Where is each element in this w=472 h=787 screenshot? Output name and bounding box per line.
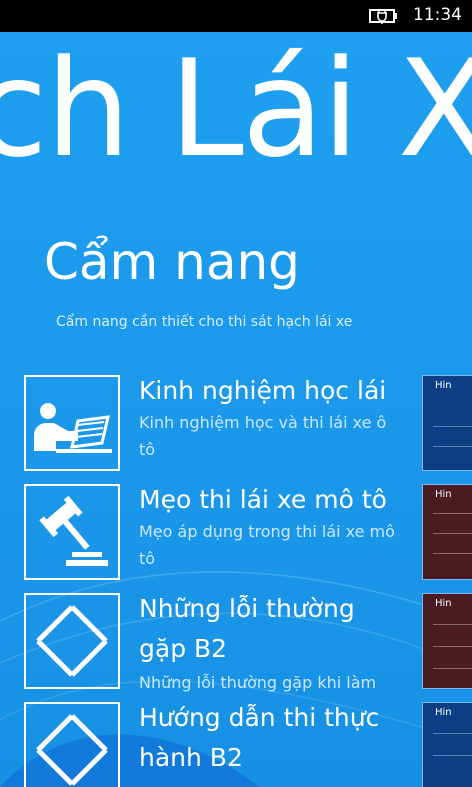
preview-tile-label: Hin: [435, 380, 452, 391]
item-description: Mẹo áp dụng trong thi lái xe mô: [139, 522, 395, 541]
item-title: Hướng dẫn thi thực: [139, 703, 380, 732]
item-description-cont: tô: [139, 440, 156, 459]
next-section-preview-tile[interactable]: Hin: [422, 484, 472, 580]
preview-divider: [433, 426, 472, 427]
panorama-title: ch Lái X: [0, 32, 472, 187]
preview-divider: [433, 553, 472, 554]
next-section-preview-tile[interactable]: Hin: [422, 593, 472, 689]
item-description: Kinh nghiệm học và thi lái xe ô: [139, 413, 387, 432]
item-title-cont: gặp B2: [139, 634, 228, 663]
status-bar: 11:34: [0, 0, 472, 32]
preview-tile-label: Hin: [435, 707, 452, 718]
arrows-cycle-icon: [36, 605, 108, 677]
list-item-huong-dan[interactable]: Hướng dẫn thi thực hành B2: [24, 702, 472, 787]
next-section-preview-tile[interactable]: Hin: [422, 375, 472, 471]
item-title: Kinh nghiệm học lái: [139, 376, 387, 405]
app-background: ch Lái X Cẩm nang Cẩm nang cần thiết cho…: [0, 32, 472, 787]
preview-divider: [433, 513, 472, 514]
preview-divider: [433, 755, 472, 756]
gavel-icon: [39, 495, 108, 566]
item-title: Mẹo thi lái xe mô tô: [139, 485, 387, 514]
item-title: Những lỗi thường: [139, 594, 355, 623]
section-subtitle: Cẩm nang cần thiết cho thi sát hạch lái …: [56, 314, 353, 330]
battery-charging-icon: [369, 7, 399, 29]
preview-divider: [433, 646, 472, 647]
list-item-loi-thuong-gap[interactable]: Những lỗi thường gặp B2 Những lỗi thường…: [24, 593, 472, 693]
next-section-preview-tile[interactable]: Hin: [422, 702, 472, 787]
item-title-cont: hành B2: [139, 743, 243, 772]
item-description-cont: tô: [139, 549, 156, 568]
preview-divider: [433, 733, 472, 734]
item-description: Những lỗi thường gặp khi làm: [139, 673, 377, 692]
item-tile[interactable]: [24, 702, 120, 787]
arrows-cycle-icon: [36, 714, 108, 786]
section-title[interactable]: Cẩm nang: [44, 237, 300, 287]
item-tile[interactable]: [24, 375, 120, 471]
preview-tile-label: Hin: [435, 598, 452, 609]
preview-divider: [433, 446, 472, 447]
list-item-meo-thi[interactable]: Mẹo thi lái xe mô tô Mẹo áp dụng trong t…: [24, 484, 472, 584]
preview-tile-label: Hin: [435, 489, 452, 500]
clock: 11:34: [413, 5, 462, 25]
preview-divider: [433, 533, 472, 534]
preview-divider: [433, 624, 472, 625]
reading-person-icon: [34, 403, 112, 453]
item-tile[interactable]: [24, 484, 120, 580]
item-tile[interactable]: [24, 593, 120, 689]
preview-divider: [433, 668, 472, 669]
list-item-kinh-nghiem[interactable]: Kinh nghiệm học lái Kinh nghiệm học và t…: [24, 375, 472, 475]
